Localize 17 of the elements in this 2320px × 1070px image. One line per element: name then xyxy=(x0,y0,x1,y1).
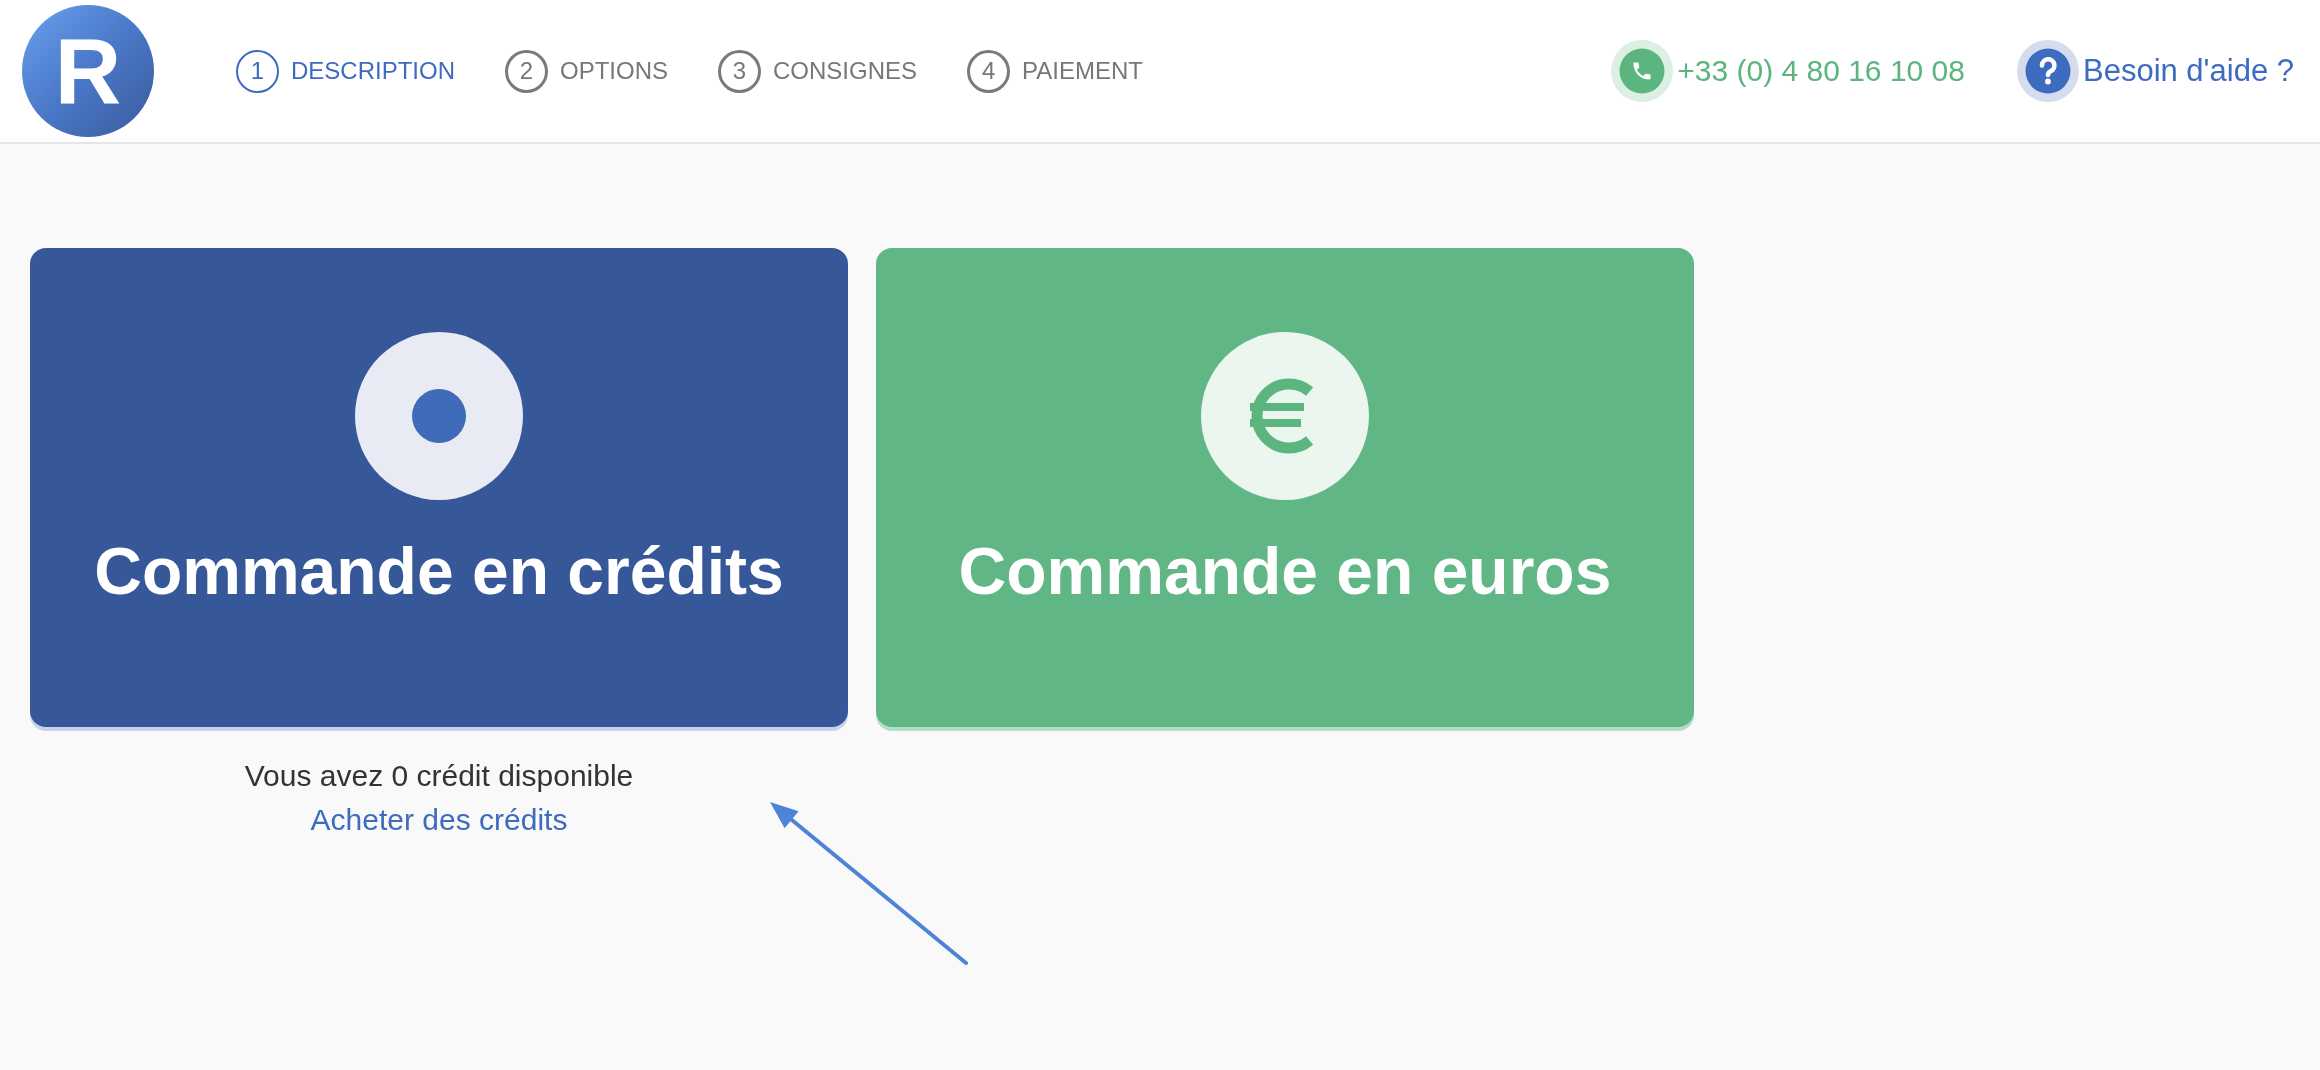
logo[interactable]: R xyxy=(22,5,154,137)
circle-dot-icon xyxy=(355,332,523,500)
help-icon xyxy=(2016,40,2079,102)
step-tab[interactable]: 1 DESCRIPTION xyxy=(236,49,455,93)
step-tab[interactable]: 2 OPTIONS xyxy=(505,49,669,93)
phone-link[interactable]: +33 (0) 4 80 16 10 08 xyxy=(1611,40,1965,102)
step-number: 1 xyxy=(236,49,279,93)
phone-icon xyxy=(1611,40,1674,102)
euro-icon xyxy=(1201,332,1369,500)
help-link[interactable]: Besoin d'aide ? xyxy=(2016,40,2294,102)
step-tab[interactable]: 3 CONSIGNES xyxy=(718,49,918,93)
step-number: 3 xyxy=(718,49,762,93)
step-tab[interactable]: 4 PAIEMENT xyxy=(967,49,1143,93)
step-number: 2 xyxy=(505,49,548,93)
step-number: 4 xyxy=(967,49,1011,93)
credit-balance-text: Vous avez 0 crédit disponible xyxy=(244,759,634,794)
buy-credits-link[interactable]: Acheter des crédits xyxy=(310,802,568,837)
